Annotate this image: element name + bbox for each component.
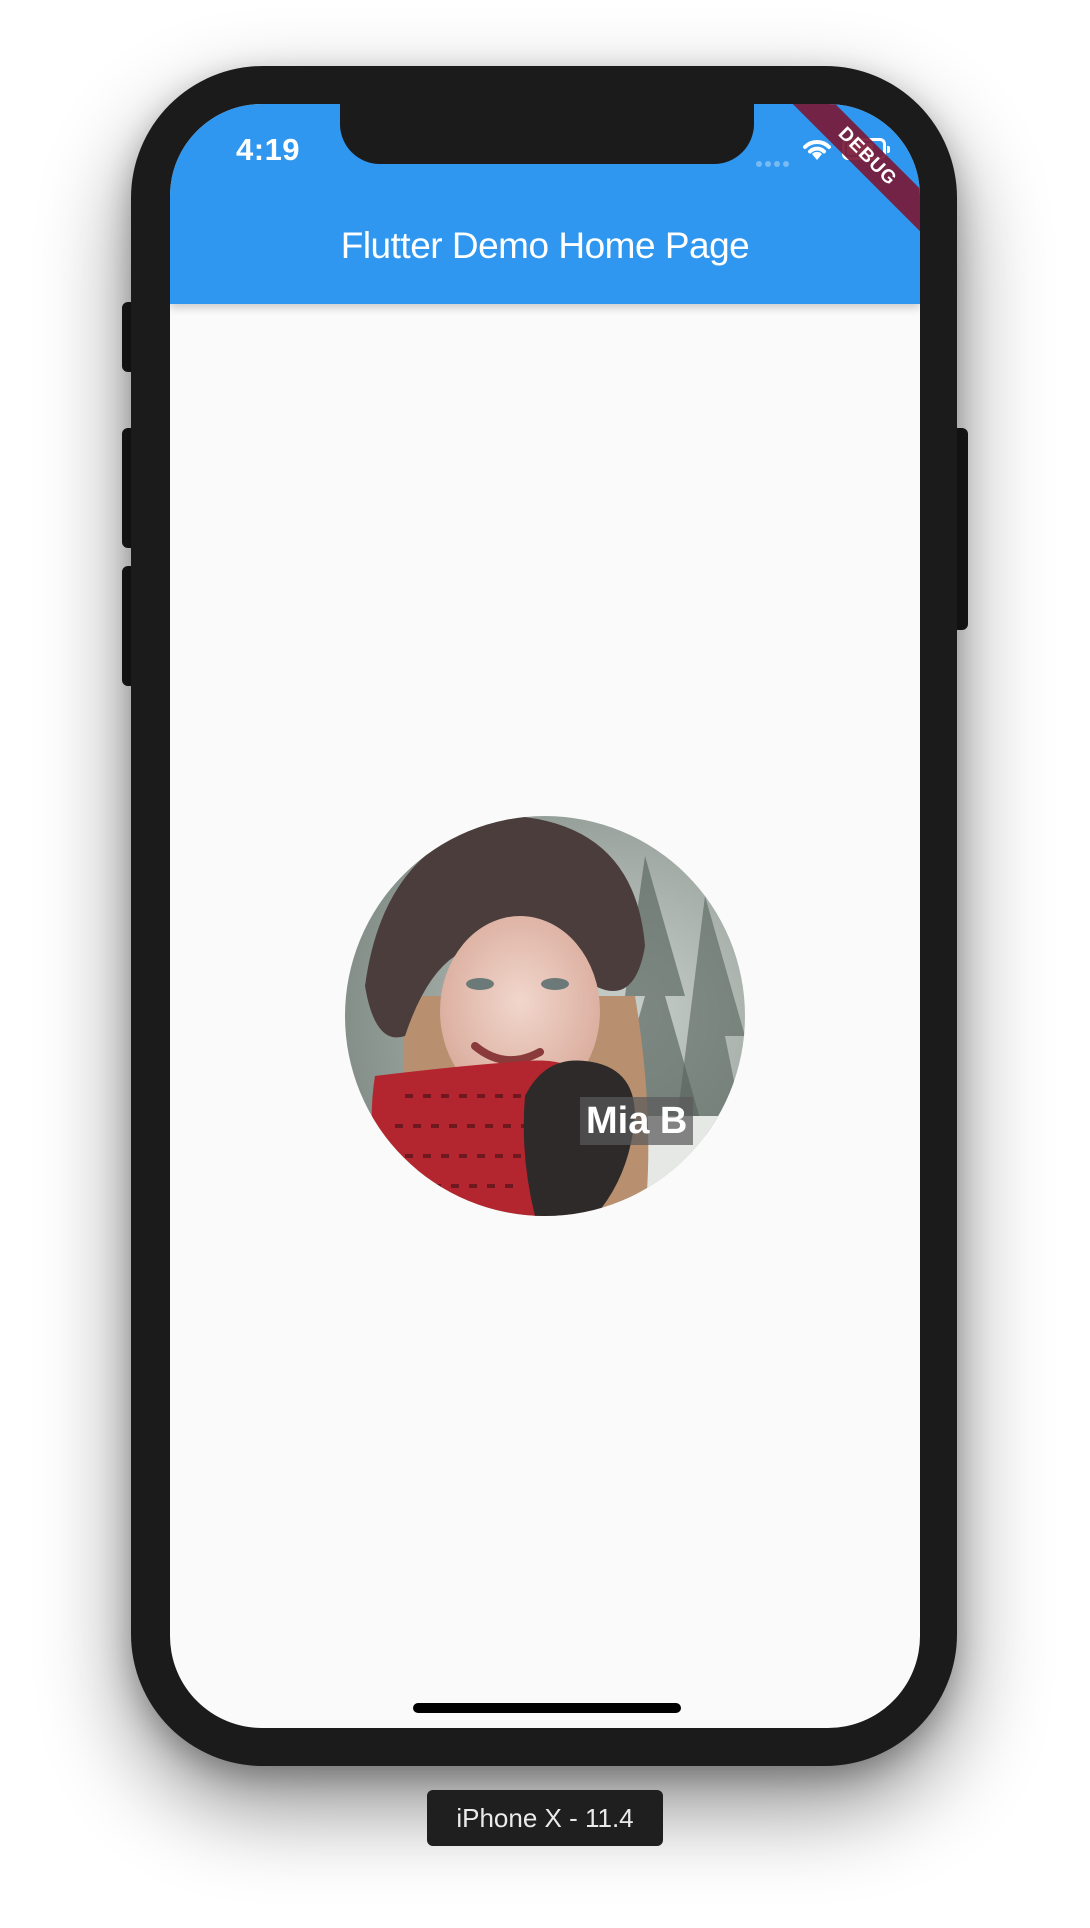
device-notch [340,104,754,164]
simulator-device-label: iPhone X - 11.4 [427,1790,663,1846]
home-indicator[interactable] [413,1703,681,1713]
app-screen: 4:19 Flutter Demo Home Page DEBUG Mia B [170,104,920,1728]
simulator-stage: 4:19 Flutter Demo Home Page DEBUG Mia B … [0,0,1090,1928]
profile-avatar-image [345,816,745,1216]
app-bar-title: Flutter Demo Home Page [340,225,750,266]
status-time: 4:19 [236,132,301,167]
cellular-signal-icon [756,154,792,167]
avatar-caption: Mia B [580,1097,694,1145]
